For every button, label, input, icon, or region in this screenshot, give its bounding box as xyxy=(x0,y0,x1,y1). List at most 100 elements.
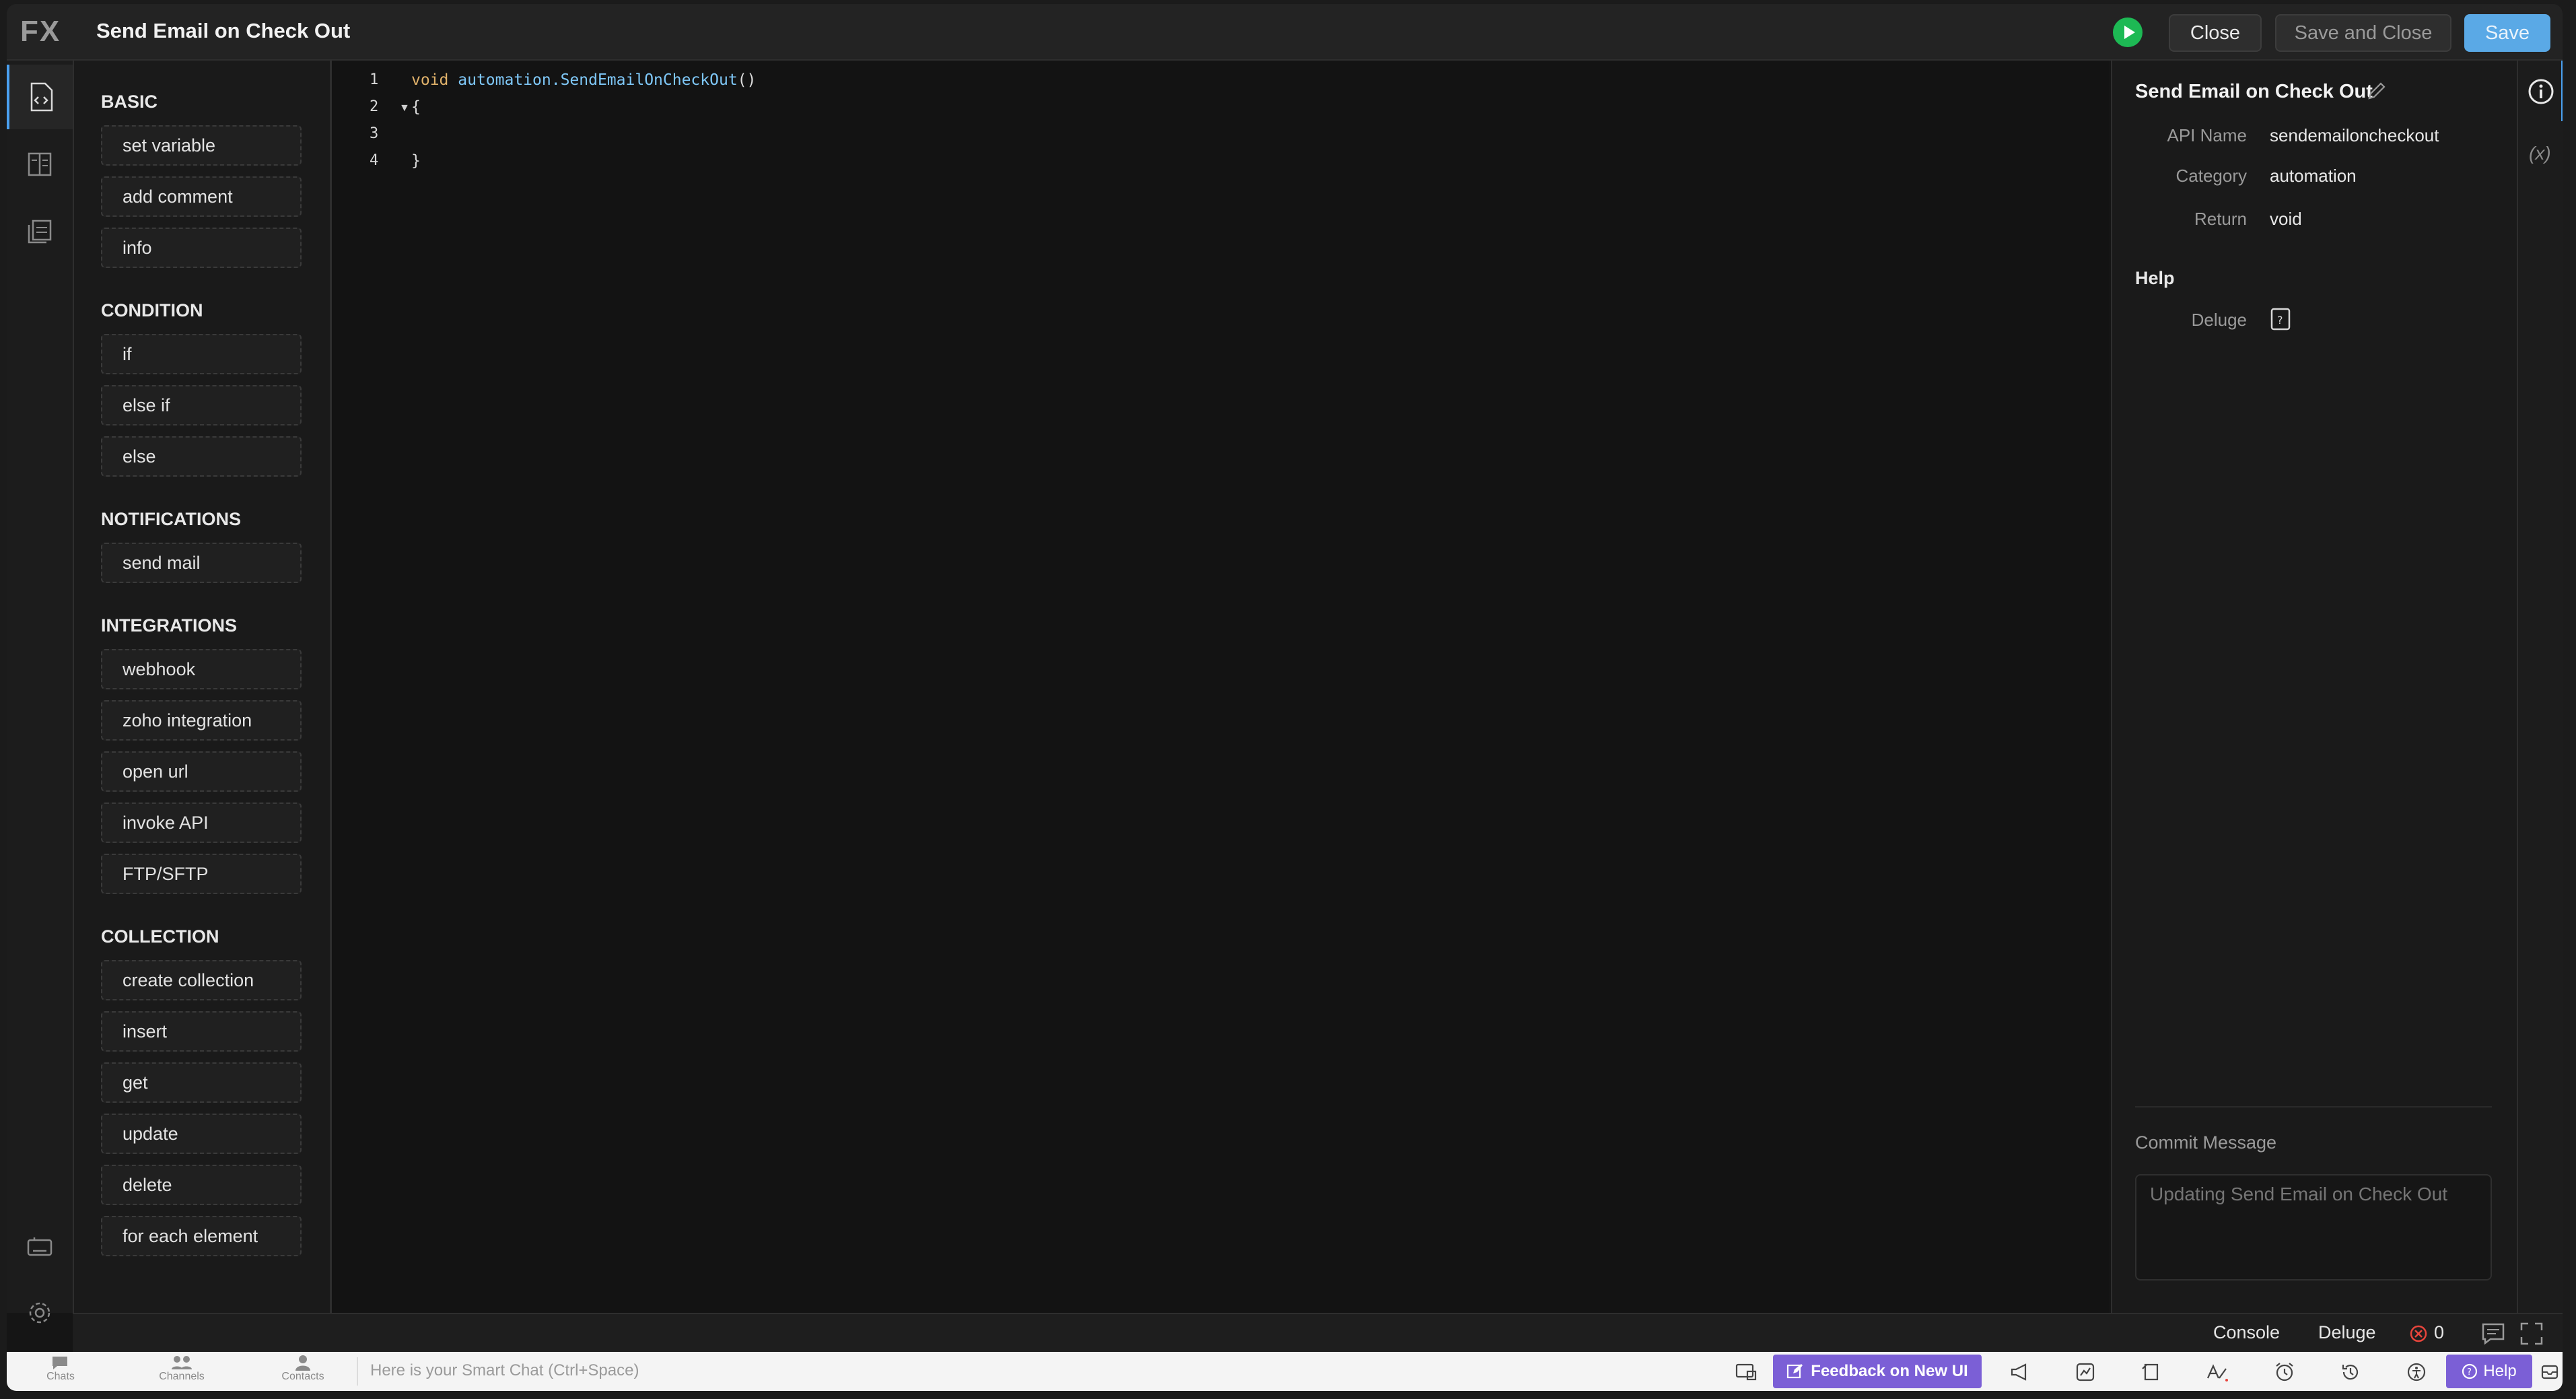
comment-icon[interactable] xyxy=(2481,1322,2505,1349)
smart-chat-input[interactable]: Here is your Smart Chat (Ctrl+Space) xyxy=(370,1361,639,1380)
category-value: automation xyxy=(2270,166,2357,186)
palette-item-add-comment[interactable]: add comment xyxy=(101,176,302,217)
edit-pencil-icon[interactable] xyxy=(2367,81,2387,104)
code-editor-icon[interactable] xyxy=(7,65,73,129)
right-rail: (x) xyxy=(2517,61,2563,1313)
help-button[interactable]: ? Help xyxy=(2446,1355,2532,1388)
screen-share-icon[interactable] xyxy=(1733,1359,1760,1386)
header-bar: FX Send Email on Check Out Close Save an… xyxy=(7,4,2563,61)
properties-panel: Send Email on Check Out API Name sendema… xyxy=(2111,61,2517,1313)
divider xyxy=(2135,1106,2492,1107)
code-line-4[interactable]: } xyxy=(411,152,421,170)
chats-tab[interactable]: Chats xyxy=(27,1355,94,1383)
palette-item-else[interactable]: else xyxy=(101,436,302,477)
play-icon xyxy=(2124,26,2135,39)
palette-item-create-collection[interactable]: create collection xyxy=(101,960,302,1000)
history-icon[interactable] xyxy=(2337,1359,2364,1386)
deluge-help-label: Deluge xyxy=(2191,310,2247,330)
palette-item-invoke-api[interactable]: invoke API xyxy=(101,803,302,843)
status-bar: Console Deluge 0 xyxy=(73,1313,2563,1353)
info-icon[interactable] xyxy=(2528,78,2554,108)
section-condition: CONDITION xyxy=(101,300,203,320)
commit-message-input[interactable] xyxy=(2135,1174,2492,1281)
notes-icon[interactable] xyxy=(2138,1359,2165,1386)
bottom-app-bar: Chats Channels Contacts Here is your Sma… xyxy=(7,1352,2563,1391)
palette-item-info[interactable]: info xyxy=(101,228,302,268)
schema-icon[interactable] xyxy=(7,132,73,197)
separator xyxy=(357,1357,358,1386)
palette-item-for-each-element[interactable]: for each element xyxy=(101,1216,302,1256)
whiteboard-icon[interactable] xyxy=(2072,1359,2099,1386)
active-indicator xyxy=(2561,61,2563,121)
palette-item-get[interactable]: get xyxy=(101,1062,302,1103)
palette-item-else-if[interactable]: else if xyxy=(101,385,302,425)
svg-text:?: ? xyxy=(2277,314,2283,327)
palette-item-update[interactable]: update xyxy=(101,1114,302,1154)
palette-item-zoho-integration[interactable]: zoho integration xyxy=(101,700,302,741)
commit-message-label: Commit Message xyxy=(2135,1132,2277,1153)
fold-arrow-icon[interactable]: ▼ xyxy=(399,102,410,114)
error-icon xyxy=(2410,1325,2427,1346)
edit-icon xyxy=(1787,1364,1803,1379)
api-name-value: sendemailoncheckout xyxy=(2270,125,2439,145)
chats-tab-label: Chats xyxy=(46,1371,75,1382)
error-count[interactable]: 0 xyxy=(2434,1322,2444,1343)
palette-item-open-url[interactable]: open url xyxy=(101,751,302,792)
deluge-doc-icon[interactable]: ? xyxy=(2270,307,2291,335)
channels-tab[interactable]: Channels xyxy=(148,1355,215,1383)
contacts-icon xyxy=(295,1355,310,1371)
fullscreen-icon[interactable] xyxy=(2520,1322,2543,1349)
keyboard-icon[interactable] xyxy=(7,1215,73,1279)
palette-item-insert[interactable]: insert xyxy=(101,1011,302,1052)
left-rail xyxy=(7,61,74,1324)
code-line-2[interactable]: { xyxy=(411,98,421,116)
page-title: Send Email on Check Out xyxy=(96,19,351,42)
feedback-label: Feedback on New UI xyxy=(1811,1362,1968,1380)
section-basic: BASIC xyxy=(101,92,158,112)
variable-icon[interactable]: (x) xyxy=(2529,143,2551,164)
return-label: Return xyxy=(2194,209,2247,229)
code-function-name: automation.SendEmailOnCheckOut xyxy=(458,71,738,89)
settings-icon[interactable] xyxy=(7,1281,73,1345)
section-collection: COLLECTION xyxy=(101,926,219,947)
task-palette: BASIC set variable add comment info COND… xyxy=(74,61,332,1313)
feedback-button[interactable]: Feedback on New UI xyxy=(1773,1355,1982,1388)
code-line-1[interactable]: void automation.SendEmailOnCheckOut() xyxy=(411,71,756,89)
line-number: 2 xyxy=(370,98,379,115)
return-value: void xyxy=(2270,209,2302,229)
writer-icon[interactable] xyxy=(2204,1359,2231,1386)
help-heading: Help xyxy=(2135,268,2175,288)
line-number: 3 xyxy=(370,125,379,142)
app-window: FX Send Email on Check Out Close Save an… xyxy=(7,4,2563,1391)
line-number: 1 xyxy=(370,71,379,88)
fx-logo: FX xyxy=(20,15,61,48)
contacts-tab[interactable]: Contacts xyxy=(269,1355,337,1383)
api-name-label: API Name xyxy=(2167,125,2248,145)
category-label: Category xyxy=(2175,166,2248,186)
section-integrations: INTEGRATIONS xyxy=(101,615,237,636)
alarm-icon[interactable] xyxy=(2271,1359,2298,1386)
code-editor[interactable]: 1 2 3 4 ▼ void automation.SendEmailOnChe… xyxy=(332,61,2109,1313)
console-tab[interactable]: Console xyxy=(2213,1322,2280,1343)
palette-item-if[interactable]: if xyxy=(101,334,302,374)
svg-text:?: ? xyxy=(2467,1367,2472,1377)
close-button[interactable]: Close xyxy=(2169,14,2262,52)
save-button[interactable]: Save xyxy=(2464,14,2550,52)
channels-tab-label: Channels xyxy=(159,1371,205,1382)
palette-item-set-variable[interactable]: set variable xyxy=(101,125,302,166)
palette-item-webhook[interactable]: webhook xyxy=(101,649,302,689)
pages-icon[interactable] xyxy=(7,199,73,264)
section-notifications: NOTIFICATIONS xyxy=(101,509,241,529)
palette-item-delete[interactable]: delete xyxy=(101,1165,302,1205)
palette-item-send-mail[interactable]: send mail xyxy=(101,543,302,583)
palette-item-ftp-sftp[interactable]: FTP/SFTP xyxy=(101,854,302,894)
save-and-close-button[interactable]: Save and Close xyxy=(2275,14,2451,52)
accessibility-icon[interactable] xyxy=(2403,1359,2430,1386)
line-number: 4 xyxy=(370,152,379,169)
line-gutter: 1 2 3 4 xyxy=(332,61,392,1313)
tray-icon[interactable] xyxy=(2536,1359,2563,1386)
run-button[interactable] xyxy=(2113,18,2143,47)
deluge-tab[interactable]: Deluge xyxy=(2318,1322,2376,1343)
announcement-icon[interactable] xyxy=(2007,1359,2034,1386)
help-icon: ? xyxy=(2462,1363,2478,1379)
